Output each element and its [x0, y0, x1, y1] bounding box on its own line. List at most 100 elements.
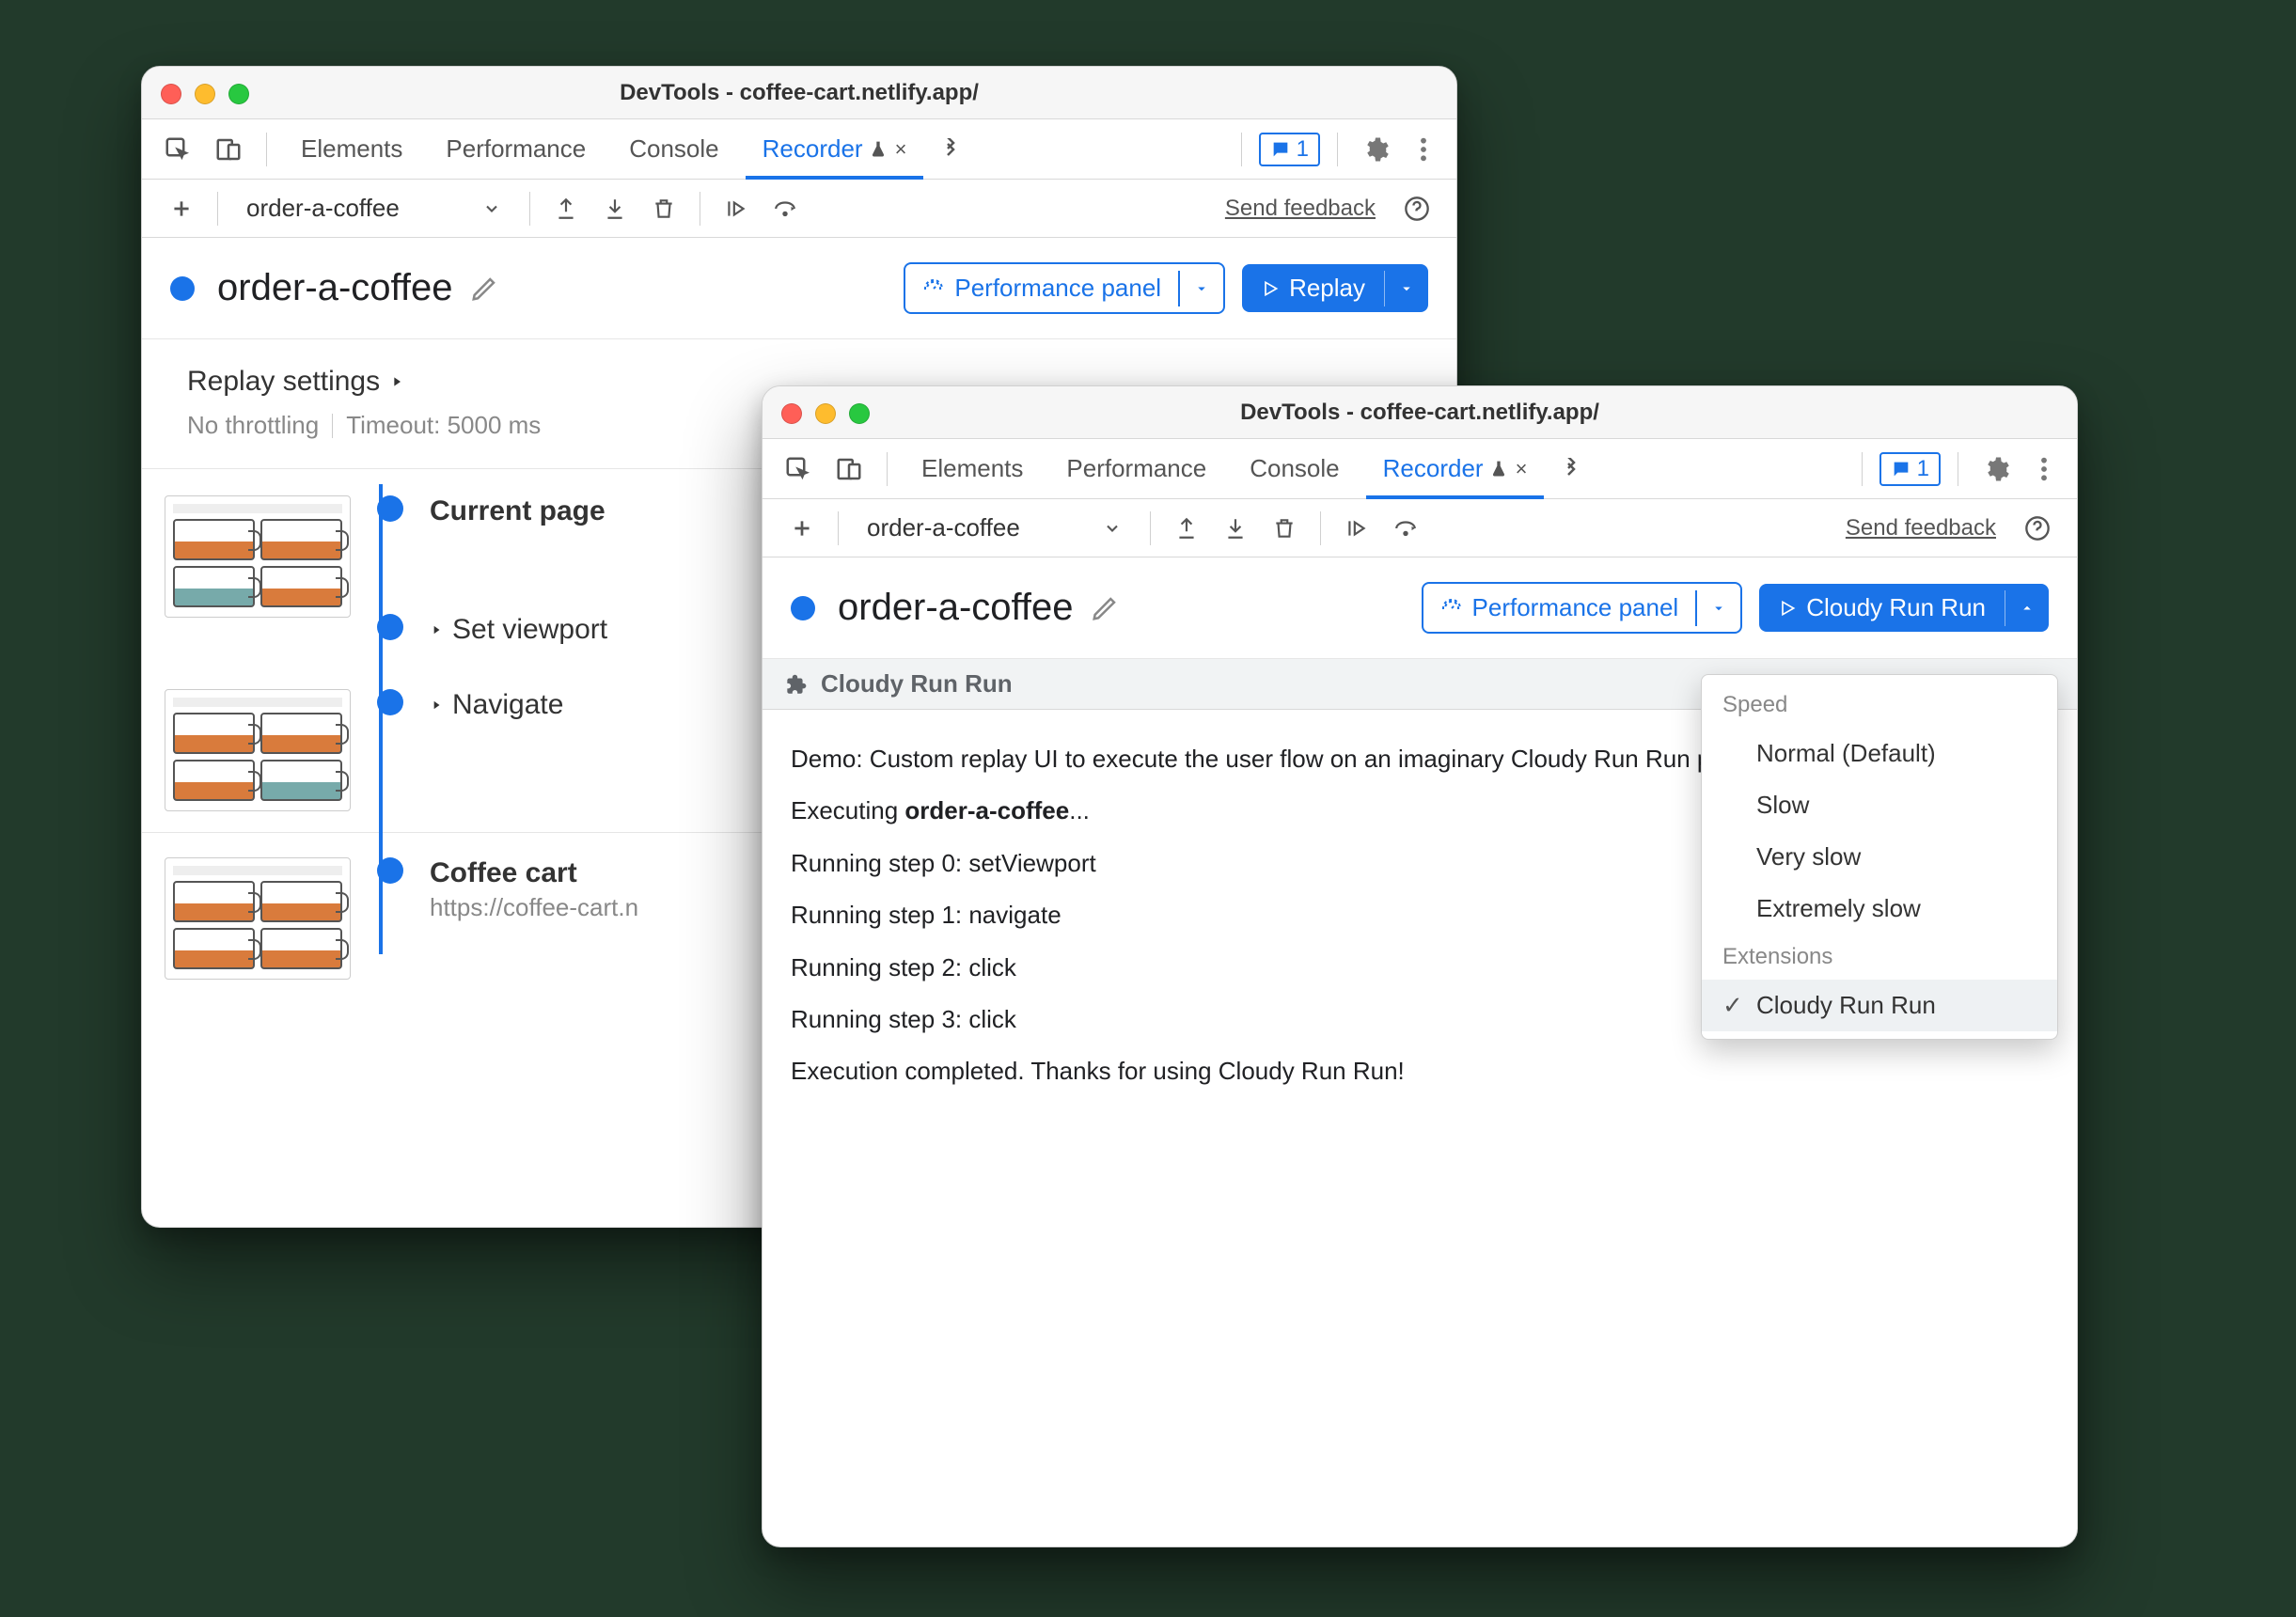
- chevron-down-icon: [482, 199, 501, 218]
- send-feedback-link[interactable]: Send feedback: [1225, 196, 1376, 222]
- edit-icon[interactable]: [470, 275, 498, 303]
- more-tabs-icon[interactable]: [933, 132, 968, 167]
- replay-button[interactable]: Cloudy Run Run: [1759, 584, 2049, 632]
- zoom-window-icon[interactable]: [849, 403, 870, 424]
- gauge-icon: [922, 277, 945, 300]
- help-icon[interactable]: [2017, 508, 2058, 549]
- window-title: DevTools - coffee-cart.netlify.app/: [620, 80, 979, 106]
- chevron-right-icon: [430, 622, 443, 637]
- tab-recorder[interactable]: Recorder ×: [746, 119, 924, 180]
- minimize-window-icon[interactable]: [815, 403, 836, 424]
- export-icon[interactable]: [545, 188, 587, 229]
- console-line: Execution completed. Thanks for using Cl…: [791, 1048, 2049, 1094]
- dropdown-item-slow[interactable]: Slow: [1702, 779, 2057, 831]
- help-icon[interactable]: [1396, 188, 1438, 229]
- import-icon[interactable]: [1215, 508, 1256, 549]
- tab-console[interactable]: Console: [1233, 439, 1356, 499]
- step-label: Set viewport: [430, 614, 607, 646]
- tab-performance[interactable]: Performance: [1049, 439, 1223, 499]
- performance-panel-caret[interactable]: [1178, 271, 1223, 306]
- zoom-window-icon[interactable]: [228, 84, 249, 104]
- gauge-icon: [1440, 597, 1463, 620]
- recording-selector[interactable]: order-a-coffee: [854, 508, 1135, 548]
- delete-icon[interactable]: [1264, 508, 1305, 549]
- dropdown-group-label: Speed: [1702, 683, 2057, 728]
- play-icon: [1261, 279, 1280, 298]
- replay-button-label: Cloudy Run Run: [1806, 593, 1986, 622]
- recording-header: order-a-coffee Performance panel Cloudy …: [763, 557, 2077, 659]
- close-tab-icon[interactable]: ×: [1516, 457, 1528, 481]
- dropdown-item-normal[interactable]: Normal (Default): [1702, 728, 2057, 779]
- kebab-icon[interactable]: [1406, 132, 1441, 167]
- import-icon[interactable]: [594, 188, 636, 229]
- puzzle-icon: [783, 672, 808, 697]
- export-icon[interactable]: [1166, 508, 1207, 549]
- recording-selector[interactable]: order-a-coffee: [233, 188, 514, 228]
- window-controls: [781, 403, 870, 424]
- new-recording-icon[interactable]: [161, 188, 202, 229]
- record-indicator-icon: [791, 596, 815, 620]
- delete-icon[interactable]: [643, 188, 684, 229]
- device-toolbar-icon[interactable]: [828, 448, 870, 490]
- titlebar[interactable]: DevTools - coffee-cart.netlify.app/: [763, 386, 2077, 439]
- tab-bar: Elements Performance Console Recorder × …: [142, 119, 1456, 180]
- recording-selector-label: order-a-coffee: [867, 513, 1020, 542]
- chevron-right-icon: [389, 373, 404, 390]
- tab-performance[interactable]: Performance: [429, 119, 603, 180]
- dropdown-item-very-slow[interactable]: Very slow: [1702, 831, 2057, 883]
- tab-bar: Elements Performance Console Recorder × …: [763, 439, 2077, 499]
- step-icon[interactable]: [716, 188, 757, 229]
- dropdown-item-cloudy-run-run[interactable]: Cloudy Run Run: [1702, 980, 2057, 1031]
- dropdown-group-label: Extensions: [1702, 934, 2057, 980]
- replay-dropdown-menu: Speed Normal (Default) Slow Very slow Ex…: [1701, 674, 2058, 1040]
- chevron-right-icon: [430, 698, 443, 713]
- inspect-icon[interactable]: [778, 448, 819, 490]
- tab-console[interactable]: Console: [612, 119, 735, 180]
- recording-selector-label: order-a-coffee: [246, 194, 400, 223]
- replay-caret[interactable]: [1384, 271, 1428, 306]
- performance-panel-button[interactable]: Performance panel: [904, 262, 1225, 314]
- step-over-icon[interactable]: [1385, 508, 1426, 549]
- close-window-icon[interactable]: [161, 84, 181, 104]
- play-icon: [1778, 599, 1797, 618]
- step-label: Navigate: [430, 689, 563, 721]
- issues-badge[interactable]: 1: [1259, 133, 1320, 166]
- tab-elements[interactable]: Elements: [284, 119, 419, 180]
- flask-icon: [1489, 459, 1508, 479]
- titlebar[interactable]: DevTools - coffee-cart.netlify.app/: [142, 67, 1456, 119]
- recording-title: order-a-coffee: [838, 587, 1074, 629]
- replay-button[interactable]: Replay: [1242, 264, 1428, 312]
- gear-icon[interactable]: [1975, 448, 2017, 490]
- tab-recorder-label: Recorder: [1383, 454, 1484, 483]
- close-window-icon[interactable]: [781, 403, 802, 424]
- recorder-toolbar: order-a-coffee Send feedback: [142, 180, 1456, 238]
- step-thumbnail: [165, 689, 351, 811]
- close-tab-icon[interactable]: ×: [895, 137, 907, 162]
- tab-elements[interactable]: Elements: [904, 439, 1040, 499]
- edit-icon[interactable]: [1091, 594, 1119, 622]
- extension-panel-label: Cloudy Run Run: [821, 669, 1013, 699]
- more-tabs-icon[interactable]: [1553, 451, 1589, 487]
- performance-panel-caret[interactable]: [1695, 590, 1740, 626]
- flask-icon: [869, 139, 888, 160]
- replay-button-label: Replay: [1289, 274, 1365, 303]
- minimize-window-icon[interactable]: [195, 84, 215, 104]
- step-label: Coffee cart https://coffee-cart.n: [430, 857, 638, 922]
- issues-count: 1: [1917, 456, 1929, 482]
- gear-icon[interactable]: [1355, 129, 1396, 170]
- device-toolbar-icon[interactable]: [208, 129, 249, 170]
- new-recording-icon[interactable]: [781, 508, 823, 549]
- step-thumbnail: [165, 857, 351, 980]
- performance-panel-label: Performance panel: [954, 274, 1161, 303]
- inspect-icon[interactable]: [157, 129, 198, 170]
- replay-caret[interactable]: [2005, 590, 2049, 626]
- send-feedback-link[interactable]: Send feedback: [1846, 515, 1996, 542]
- step-icon[interactable]: [1336, 508, 1377, 549]
- devtools-window-2: DevTools - coffee-cart.netlify.app/ Elem…: [762, 385, 2078, 1547]
- step-over-icon[interactable]: [764, 188, 806, 229]
- issues-badge[interactable]: 1: [1879, 452, 1941, 486]
- tab-recorder[interactable]: Recorder ×: [1366, 439, 1545, 499]
- dropdown-item-extremely-slow[interactable]: Extremely slow: [1702, 883, 2057, 934]
- performance-panel-button[interactable]: Performance panel: [1422, 582, 1743, 634]
- kebab-icon[interactable]: [2026, 451, 2062, 487]
